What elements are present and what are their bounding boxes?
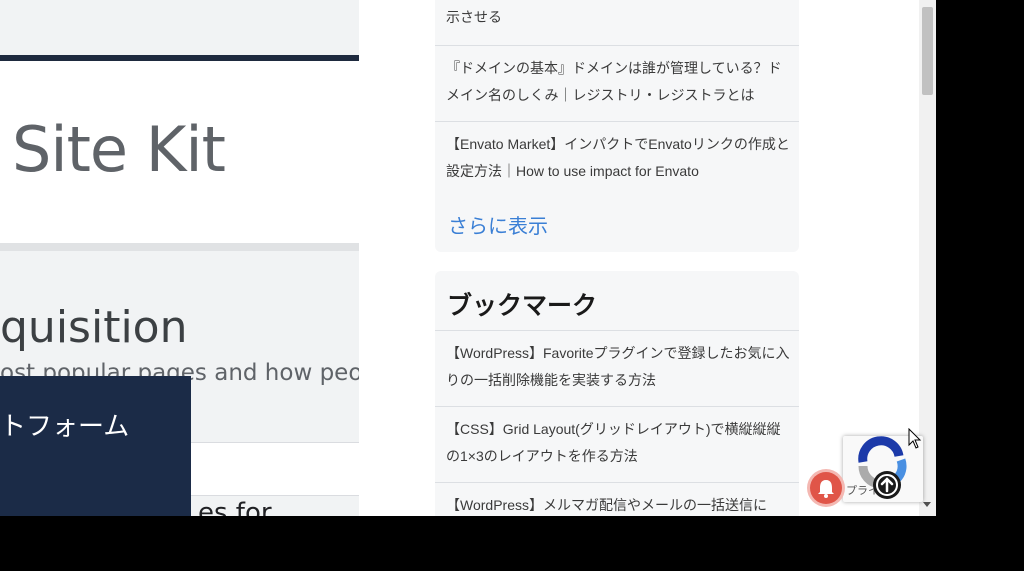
list-item[interactable]: 『ドメインの基本』ドメインは誰が管理している？ドメイン名のしくみ｜レジストリ・レ… xyxy=(435,45,799,121)
image-band-shadow xyxy=(0,243,359,251)
bookmarks-card: ブックマーク 【WordPress】Favoriteプラグインで登録したお気に入… xyxy=(435,271,799,516)
bookmark-item[interactable]: 【WordPress】Favoriteプラグインで登録したお気に入りの一括削除機… xyxy=(435,330,799,406)
platform-overlay-text: トフォーム xyxy=(0,411,130,441)
bookmark-item-text[interactable]: 【WordPress】メルマガ配信やメールの一括送信に xyxy=(446,492,791,516)
bookmark-item-text[interactable]: 【WordPress】Favoriteプラグインで登録したお気に入りの一括削除機… xyxy=(446,340,791,394)
arrow-up-icon xyxy=(876,474,898,496)
site-kit-heading: Site Kit xyxy=(12,113,226,186)
recent-posts-card: 示させる 『ドメインの基本』ドメインは誰が管理している？ドメイン名のしくみ｜レジ… xyxy=(435,0,799,252)
list-item-text[interactable]: 【Envato Market】インパクトでEnvatoリンクの作成と設定方法｜H… xyxy=(446,131,791,185)
scroll-to-top-button[interactable] xyxy=(873,471,901,499)
notification-bell-icon[interactable] xyxy=(810,472,842,504)
list-item[interactable]: 【Envato Market】インパクトでEnvatoリンクの作成と設定方法｜H… xyxy=(435,121,799,197)
platform-overlay-panel xyxy=(0,376,191,516)
list-item[interactable]: 示させる xyxy=(435,0,799,44)
scrollbar-thumb[interactable] xyxy=(922,7,933,95)
acquisition-title: quisition xyxy=(0,302,188,353)
list-item-text[interactable]: 示させる xyxy=(446,4,791,31)
list-item-text[interactable]: 『ドメインの基本』ドメインは誰が管理している？ドメイン名のしくみ｜レジストリ・レ… xyxy=(446,55,791,109)
bookmarks-title: ブックマーク xyxy=(447,291,598,320)
article-screenshot-image: Site Kit quisition ost popular pages and… xyxy=(0,0,359,516)
image-table-header-text: es for xyxy=(198,498,272,516)
browser-viewport: Site Kit quisition ost popular pages and… xyxy=(0,0,936,516)
bookmark-item[interactable]: 【CSS】Grid Layout(グリッドレイアウト)で横縦縦縦の1×3のレイア… xyxy=(435,406,799,482)
mouse-pointer-icon xyxy=(908,427,922,454)
scroll-down-arrow-icon[interactable] xyxy=(923,502,931,507)
show-more-link[interactable]: さらに表示 xyxy=(448,210,548,239)
image-table-header: es for xyxy=(190,495,359,516)
bell-icon xyxy=(818,480,834,498)
bookmark-item-text[interactable]: 【CSS】Grid Layout(グリッドレイアウト)で横縦縦縦の1×3のレイア… xyxy=(446,416,791,470)
bookmark-item[interactable]: 【WordPress】メルマガ配信やメールの一括送信に xyxy=(435,482,799,516)
